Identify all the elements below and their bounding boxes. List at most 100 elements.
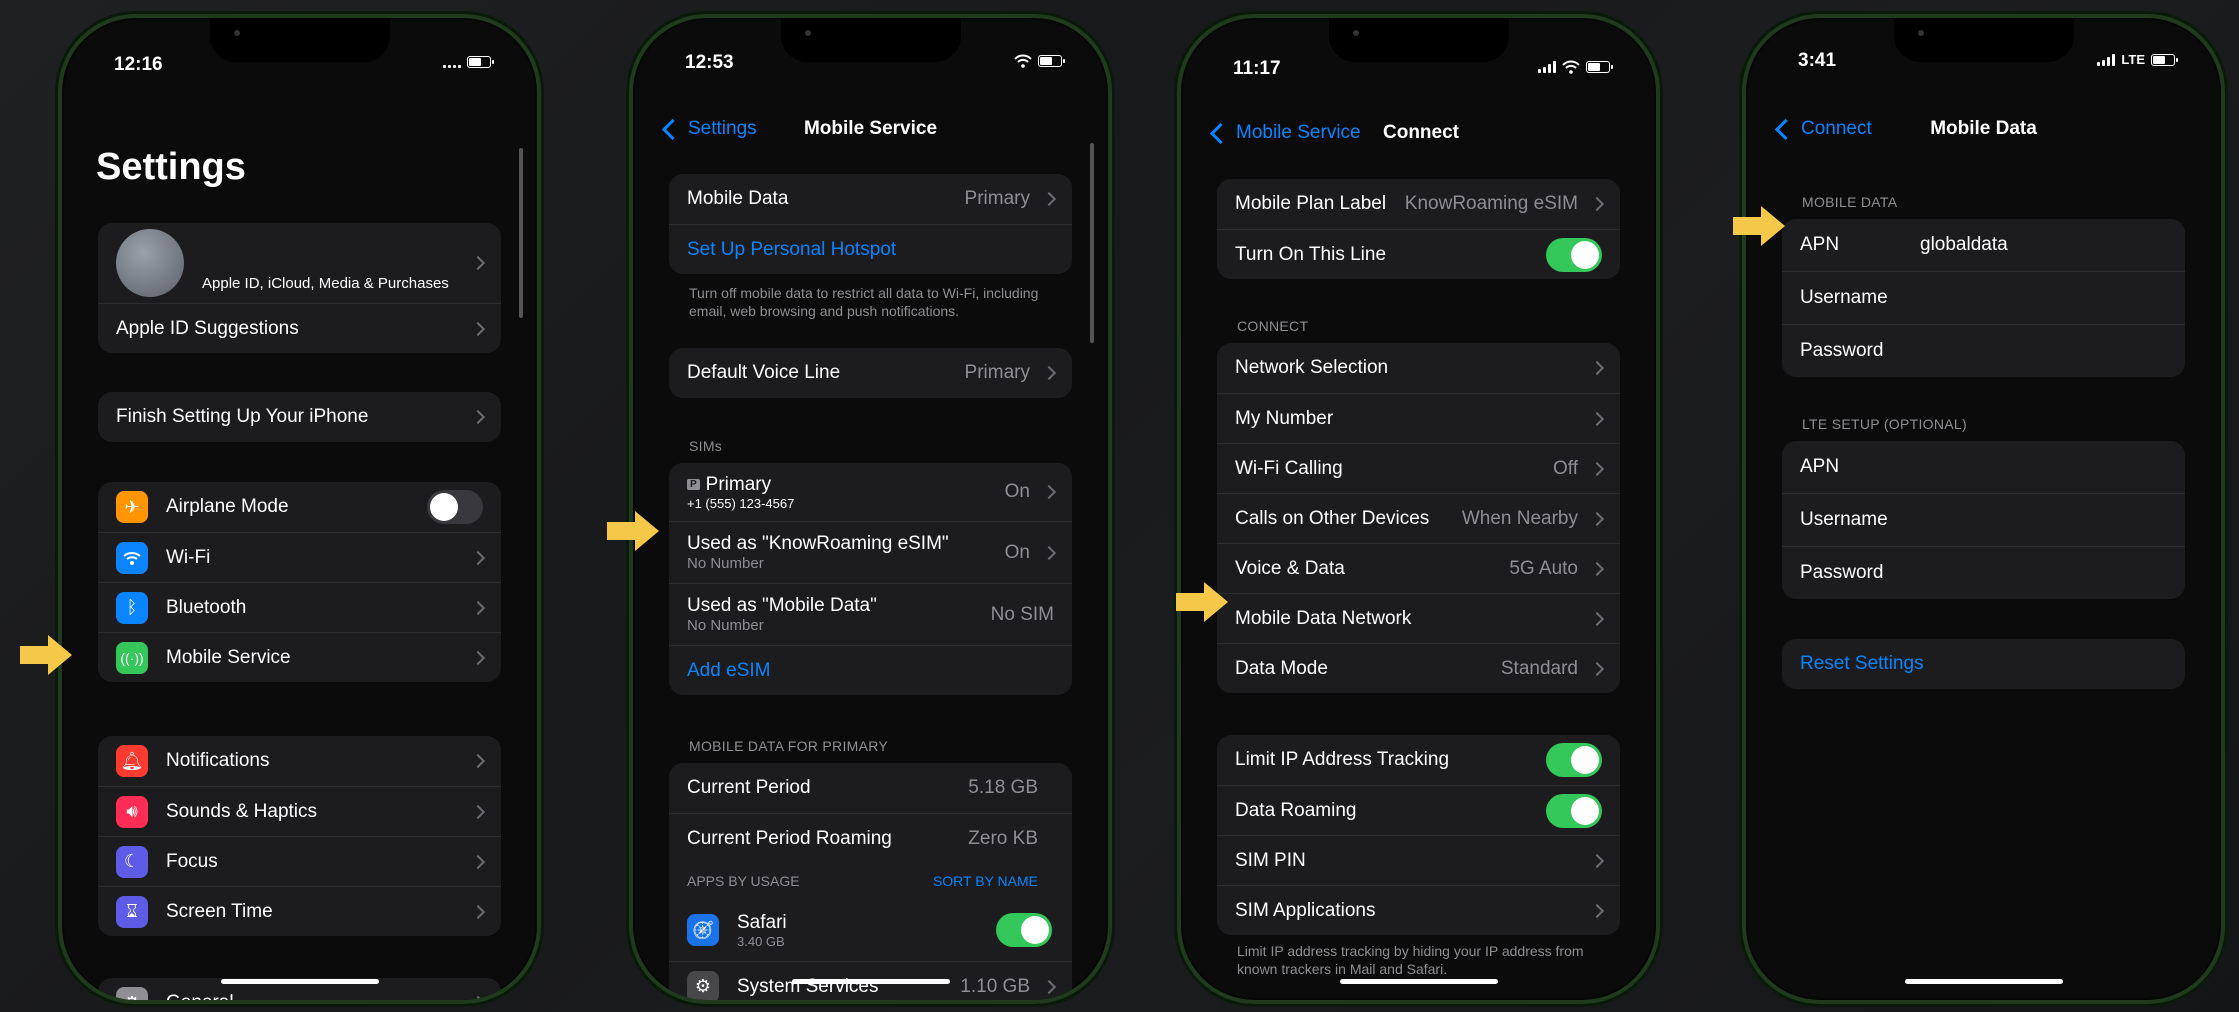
wifi-status-icon xyxy=(1014,54,1032,68)
sounds-row[interactable]: 🔊︎ Sounds & Haptics xyxy=(98,786,501,836)
safari-icon: 🧭︎ xyxy=(687,914,719,946)
chevron-right-icon xyxy=(470,255,486,271)
data-roaming-toggle[interactable] xyxy=(1546,793,1602,828)
mobile-service-row[interactable]: ((·)) Mobile Service xyxy=(98,632,501,682)
arrow-pointer-icon xyxy=(1176,582,1228,622)
home-indicator[interactable] xyxy=(791,979,950,984)
reset-settings-button[interactable]: Reset Settings xyxy=(1782,639,2185,689)
usage-header: MOBILE DATA FOR PRIMARY xyxy=(689,738,889,754)
password-row[interactable]: Password xyxy=(1782,324,2185,377)
chevron-right-icon xyxy=(1589,461,1605,476)
home-indicator[interactable] xyxy=(220,979,379,984)
bluetooth-row[interactable]: ᛒ Bluetooth xyxy=(98,582,501,632)
chevron-right-icon xyxy=(470,409,486,425)
chevron-right-icon xyxy=(470,600,486,615)
chevron-right-icon xyxy=(1589,411,1605,426)
chevron-right-icon xyxy=(1041,365,1057,381)
home-indicator[interactable] xyxy=(1904,979,2063,984)
phone-connect: 11:17 Mobile Service Connect Mobile Plan… xyxy=(1177,14,1660,1004)
sim-mobile-data-row[interactable]: Used as "Mobile Data" No Number No SIM xyxy=(669,583,1072,645)
scrollbar[interactable] xyxy=(1090,143,1094,343)
lte-group: APN Username Password xyxy=(1782,441,2185,599)
add-esim-row[interactable]: Add eSIM xyxy=(669,645,1072,695)
finish-setup-group[interactable]: Finish Setting Up Your iPhone xyxy=(98,392,501,442)
row-label: Limit IP Address Tracking xyxy=(1235,749,1450,770)
profile-group[interactable]: Apple ID, iCloud, Media & Purchases Appl… xyxy=(98,223,501,353)
apn-row[interactable]: APN globaldata xyxy=(1782,219,2185,271)
chevron-right-icon xyxy=(1589,661,1605,676)
plan-group: Mobile Plan Label KnowRoaming eSIM Turn … xyxy=(1217,179,1620,279)
sim-pin-row[interactable]: SIM PIN xyxy=(1217,835,1620,885)
turn-on-line-row: Turn On This Line xyxy=(1217,229,1620,279)
status-bar: 11:17 xyxy=(1181,58,1656,88)
lte-password-row[interactable]: Password xyxy=(1782,546,2185,599)
sim-primary-title: P Primary xyxy=(687,474,794,496)
signal-icon xyxy=(443,56,461,68)
voice-data-row[interactable]: Voice & Data 5G Auto xyxy=(1217,543,1620,593)
personal-hotspot-row[interactable]: Set Up Personal Hotspot xyxy=(669,224,1072,274)
screen-time-row[interactable]: ⌛︎ Screen Time xyxy=(98,886,501,936)
focus-row[interactable]: ☾ Focus xyxy=(98,836,501,886)
finish-setup-row[interactable]: Finish Setting Up Your iPhone xyxy=(98,392,501,442)
apn-input[interactable]: globaldata xyxy=(1920,234,2008,256)
row-label: Used as "Mobile Data" xyxy=(687,595,877,616)
notch xyxy=(1328,18,1509,62)
lte-setup-header: LTE SETUP (OPTIONAL) xyxy=(1802,416,1967,432)
safari-row[interactable]: 🧭︎ Safari 3.40 GB xyxy=(669,899,1072,961)
back-button[interactable]: Mobile Service xyxy=(1209,122,1361,144)
safari-data-toggle[interactable] xyxy=(996,913,1052,947)
row-label: Password xyxy=(1800,562,1884,583)
row-label: Focus xyxy=(166,850,218,872)
chevron-right-icon xyxy=(470,321,486,336)
row-value: 5G Auto xyxy=(1509,557,1578,579)
row-label: Add eSIM xyxy=(687,659,771,681)
my-number-row[interactable]: My Number xyxy=(1217,393,1620,443)
lte-username-row[interactable]: Username xyxy=(1782,493,2185,546)
sim-applications-row[interactable]: SIM Applications xyxy=(1217,885,1620,935)
row-value: 5.18 GB xyxy=(968,777,1038,798)
row-label: Sounds & Haptics xyxy=(166,800,318,822)
mobile-data-network-row[interactable]: Mobile Data Network xyxy=(1217,593,1620,643)
default-voice-row[interactable]: Default Voice Line Primary xyxy=(669,348,1072,398)
limit-ip-toggle[interactable] xyxy=(1546,743,1602,777)
sim-knowroaming-row[interactable]: Used as "KnowRoaming eSIM" No Number On xyxy=(669,521,1072,583)
sim-primary-row[interactable]: P Primary +1 (555) 123-4567 On xyxy=(669,463,1072,521)
status-time: 12:16 xyxy=(114,54,163,75)
sim-mobile-data-text: Used as "Mobile Data" No Number xyxy=(687,595,877,634)
row-value: When Nearby xyxy=(1461,507,1578,529)
mobile-plan-label-row[interactable]: Mobile Plan Label KnowRoaming eSIM xyxy=(1217,179,1620,229)
chevron-right-icon xyxy=(1589,360,1605,376)
back-label: Mobile Service xyxy=(1236,122,1361,143)
turn-on-line-toggle[interactable] xyxy=(1546,237,1602,272)
notifications-row[interactable]: 🔔︎ Notifications xyxy=(98,736,501,786)
home-indicator[interactable] xyxy=(1339,979,1498,984)
sim-badge: P xyxy=(687,479,700,490)
row-subtitle: +1 (555) 123-4567 xyxy=(687,495,795,511)
apps-header: APPS BY USAGE xyxy=(687,873,800,889)
data-mode-row[interactable]: Data Mode Standard xyxy=(1217,643,1620,693)
mobile-data-row[interactable]: Mobile Data Primary xyxy=(669,174,1072,224)
row-label: Turn On This Line xyxy=(1235,243,1387,265)
airplane-mode-row[interactable]: ✈ Airplane Mode xyxy=(98,482,501,532)
moon-icon: ☾ xyxy=(116,845,148,878)
lte-apn-row[interactable]: APN xyxy=(1782,441,2185,493)
sort-by-name-button[interactable]: SORT BY NAME xyxy=(933,873,1038,889)
scrollbar[interactable] xyxy=(519,148,523,318)
phone-mobile-data: 3:41 LTE Connect Mobile Data MOBILE DATA… xyxy=(1742,14,2225,1004)
network-selection-row[interactable]: Network Selection xyxy=(1217,343,1620,393)
chevron-left-icon xyxy=(1209,122,1232,144)
apple-id-suggestions-row[interactable]: Apple ID Suggestions xyxy=(98,303,501,353)
apple-id-row[interactable]: Apple ID, iCloud, Media & Purchases xyxy=(98,223,501,303)
wifi-calling-row[interactable]: Wi-Fi Calling Off xyxy=(1217,443,1620,493)
chevron-right-icon xyxy=(1589,611,1605,626)
username-row[interactable]: Username xyxy=(1782,271,2185,324)
row-label: Screen Time xyxy=(166,900,273,922)
wifi-row[interactable]: Wi-Fi xyxy=(98,532,501,582)
chevron-right-icon xyxy=(1589,853,1605,868)
hourglass-icon: ⌛︎ xyxy=(116,895,148,928)
airplane-mode-toggle[interactable] xyxy=(427,490,483,524)
row-label: SIM Applications xyxy=(1235,899,1376,921)
calls-other-devices-row[interactable]: Calls on Other Devices When Nearby xyxy=(1217,493,1620,543)
status-time: 3:41 xyxy=(1798,50,1837,71)
bluetooth-icon: ᛒ xyxy=(116,591,148,624)
